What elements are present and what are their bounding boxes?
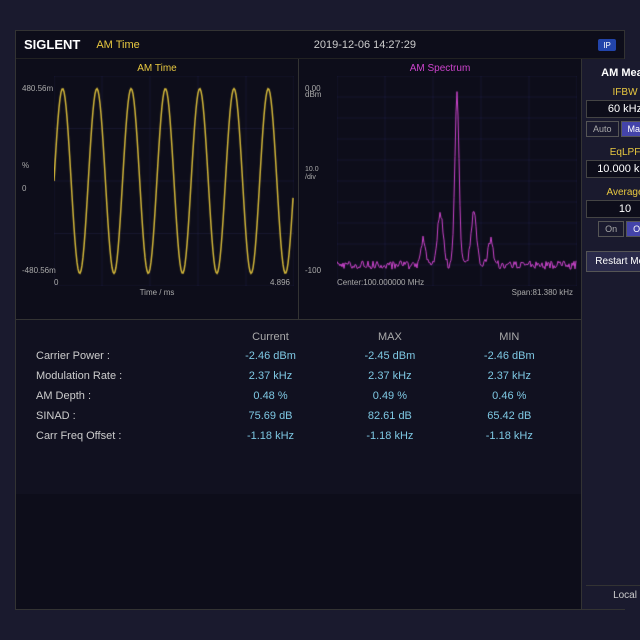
avg-on-button[interactable]: On — [598, 221, 624, 237]
ifbw-toggle: Auto Manual — [586, 121, 640, 137]
eqlpf-label: EqLPF — [586, 147, 640, 158]
wifi-icon: IP — [598, 39, 616, 51]
row-min: 2.37 kHz — [450, 366, 569, 386]
eqlpf-section: EqLPF 10.000 kHz — [586, 147, 640, 181]
y-axis-bottom: -480.56m — [22, 266, 56, 275]
table-row: Modulation Rate :2.37 kHz2.37 kHz2.37 kH… — [28, 366, 569, 386]
y-axis-zero: 0 — [22, 184, 26, 193]
sidebar-title: AM Meas — [586, 63, 640, 83]
manual-button[interactable]: Manual — [621, 121, 640, 137]
col-min: MIN — [450, 328, 569, 346]
svg-text:IP: IP — [603, 41, 611, 50]
col-max: MAX — [330, 328, 449, 346]
row-max: 82.61 dB — [330, 406, 449, 426]
avg-toggle: On Off — [586, 221, 640, 237]
x-axis-start: 0 — [54, 278, 58, 287]
time-chart-title: AM Time — [20, 63, 294, 74]
am-time-header-label: AM Time — [96, 39, 139, 51]
time-chart: AM Time 480.56m % 0 -480.56m 0 Time / ms… — [16, 59, 299, 319]
spec-y-bottom: -100 — [305, 266, 321, 275]
y-axis-pct: % — [22, 161, 29, 170]
table-row: Carr Freq Offset :-1.18 kHz-1.18 kHz-1.1… — [28, 426, 569, 446]
charts-area: AM Time 480.56m % 0 -480.56m 0 Time / ms… — [16, 59, 581, 609]
table-row: Carrier Power :-2.46 dBm-2.45 dBm-2.46 d… — [28, 346, 569, 366]
y-axis-top: 480.56m — [22, 84, 53, 93]
row-label: SINAD : — [28, 406, 211, 426]
row-current: -2.46 dBm — [211, 346, 330, 366]
spectrum-chart-title: AM Spectrum — [303, 63, 577, 74]
row-label: Carrier Power : — [28, 346, 211, 366]
row-current: 75.69 dB — [211, 406, 330, 426]
datetime-label: 2019-12-06 14:27:29 — [314, 39, 416, 51]
average-label: Average — [586, 187, 640, 198]
row-min: 0.46 % — [450, 386, 569, 406]
col-current: Current — [211, 328, 330, 346]
ifbw-label: IFBW — [586, 87, 640, 98]
row-current: -1.18 kHz — [211, 426, 330, 446]
local-label: Local — [586, 585, 640, 605]
spec-y-dbm: dBm — [305, 90, 321, 99]
row-label: AM Depth : — [28, 386, 211, 406]
x-axis-end: 4.896 — [270, 278, 290, 287]
ifbw-value: 60 kHz — [586, 100, 640, 118]
table-row: SINAD :75.69 dB82.61 dB65.42 dB — [28, 406, 569, 426]
row-max: 2.37 kHz — [330, 366, 449, 386]
auto-button[interactable]: Auto — [586, 121, 619, 137]
main-screen: SIGLENT AM Time 2019-12-06 14:27:29 IP A… — [15, 30, 625, 610]
sidebar: AM Meas IFBW 60 kHz Auto Manual EqLPF 10… — [581, 59, 640, 609]
average-section: Average 10 On Off — [586, 187, 640, 241]
main-area: AM Time 480.56m % 0 -480.56m 0 Time / ms… — [16, 59, 624, 609]
row-label: Modulation Rate : — [28, 366, 211, 386]
row-min: -1.18 kHz — [450, 426, 569, 446]
spec-x-center: Center:100.000000 MHz — [337, 278, 424, 287]
row-label: Carr Freq Offset : — [28, 426, 211, 446]
header: SIGLENT AM Time 2019-12-06 14:27:29 IP — [16, 31, 624, 59]
spectrum-chart: AM Spectrum 0.00 dBm 10.0/div -100 Cente… — [299, 59, 581, 319]
spec-x-span: Span:81.380 kHz — [512, 288, 573, 297]
spec-y-div: 10.0/div — [305, 166, 319, 183]
logo: SIGLENT — [24, 37, 80, 52]
row-min: 65.42 dB — [450, 406, 569, 426]
table-row: AM Depth :0.48 %0.49 %0.46 % — [28, 386, 569, 406]
avg-off-button[interactable]: Off — [626, 221, 640, 237]
x-axis-label: Time / ms — [140, 288, 175, 297]
row-max: -1.18 kHz — [330, 426, 449, 446]
row-min: -2.46 dBm — [450, 346, 569, 366]
restart-meas-button[interactable]: Restart Meas — [586, 251, 640, 272]
row-max: -2.45 dBm — [330, 346, 449, 366]
data-table: Current MAX MIN Carrier Power :-2.46 dBm… — [16, 319, 581, 494]
row-current: 0.48 % — [211, 386, 330, 406]
average-value: 10 — [586, 200, 640, 218]
top-charts: AM Time 480.56m % 0 -480.56m 0 Time / ms… — [16, 59, 581, 319]
eqlpf-value: 10.000 kHz — [586, 160, 640, 178]
ifbw-section: IFBW 60 kHz Auto Manual — [586, 87, 640, 141]
row-current: 2.37 kHz — [211, 366, 330, 386]
row-max: 0.49 % — [330, 386, 449, 406]
